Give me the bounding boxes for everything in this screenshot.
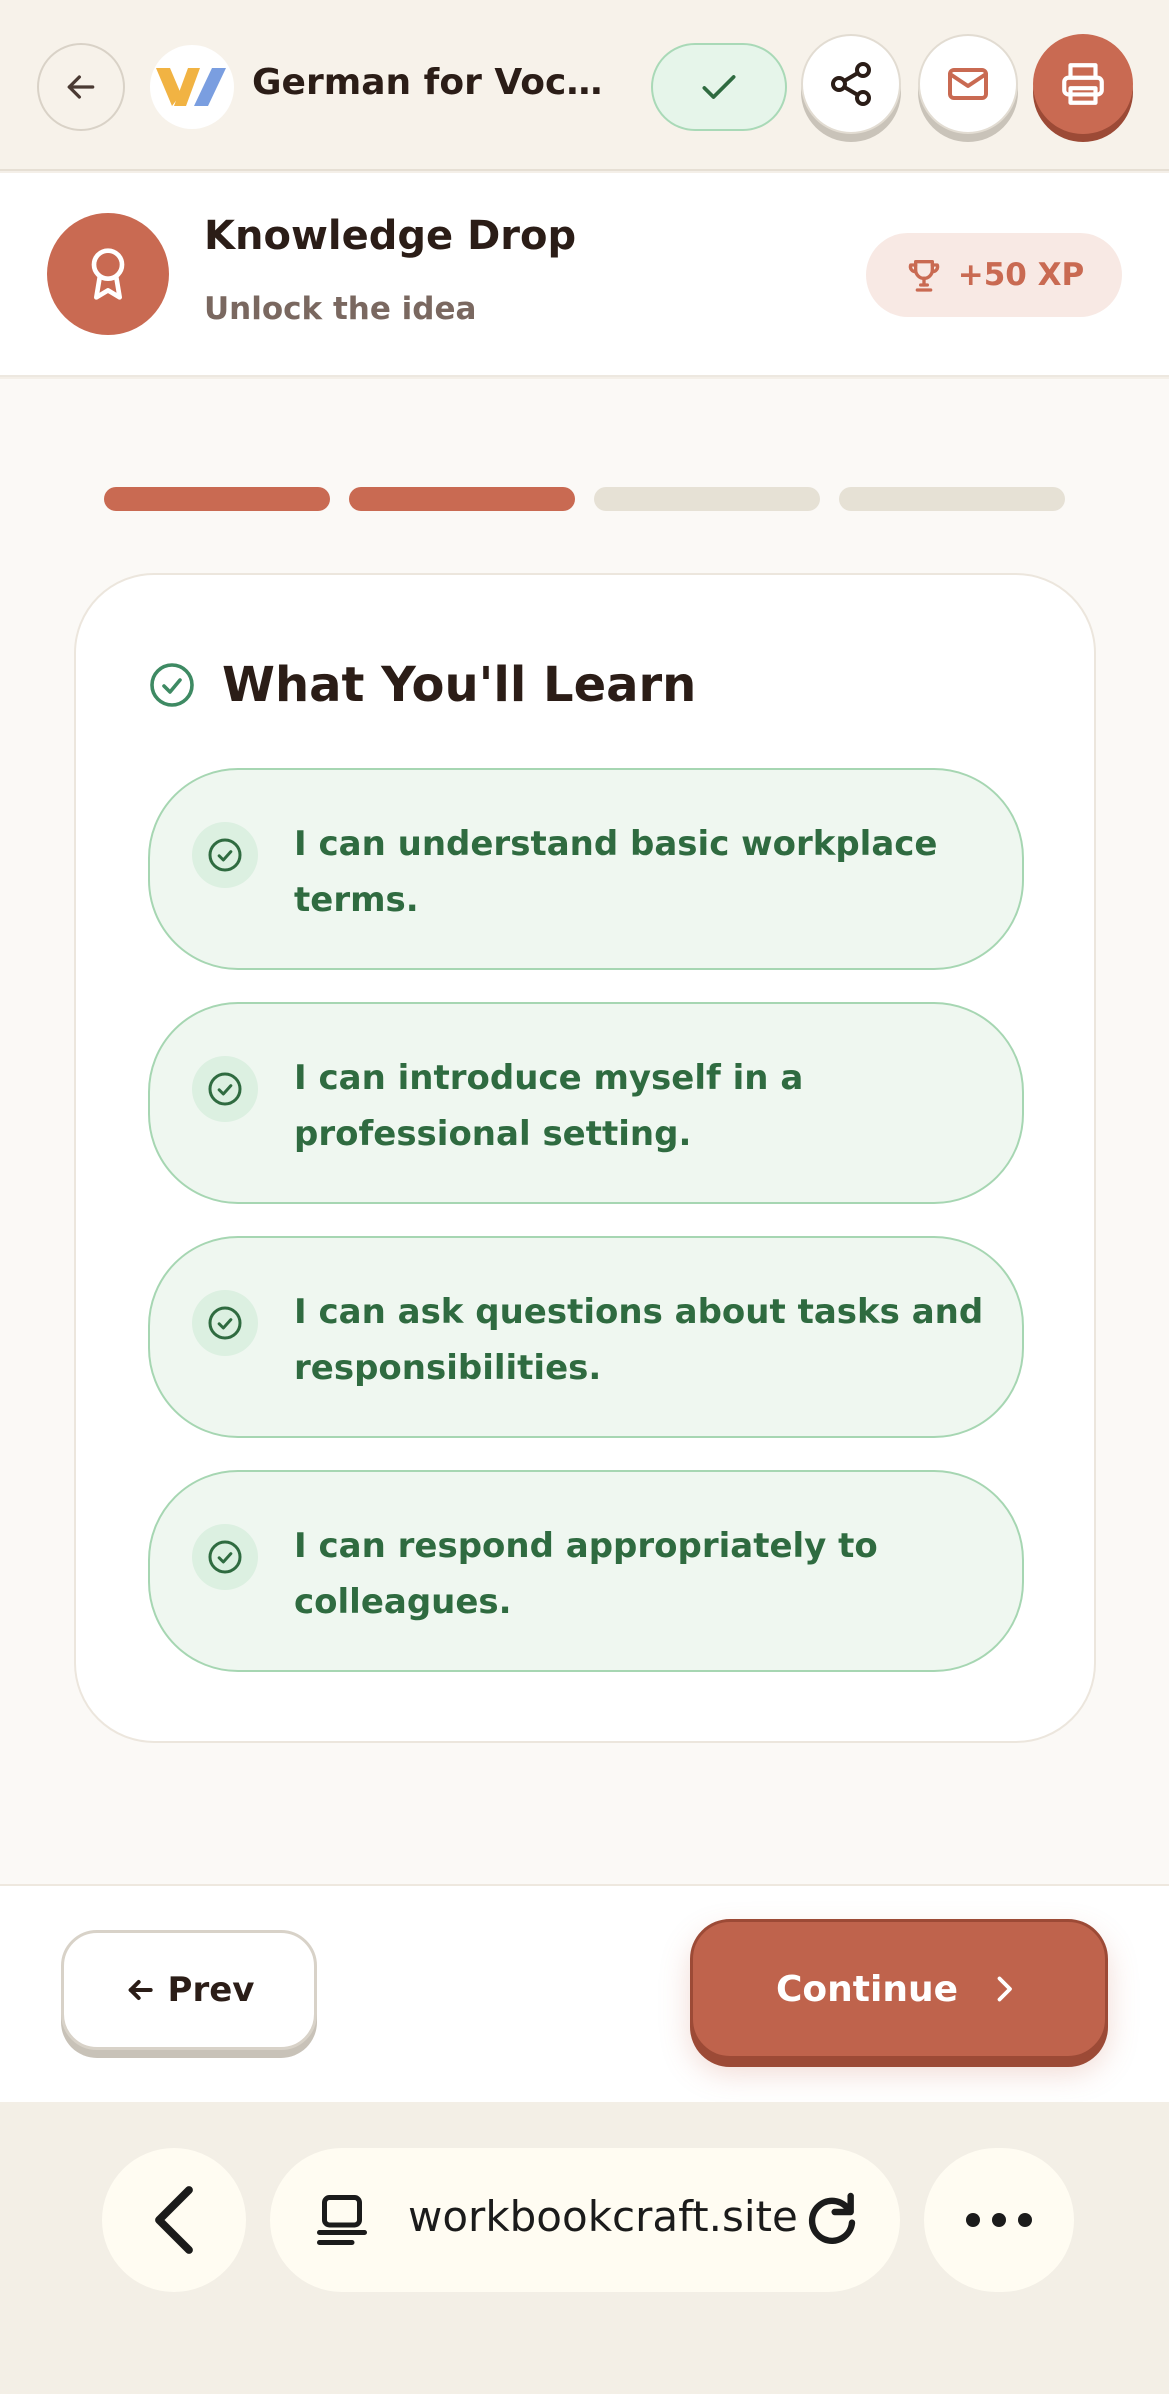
objective-check-icon [192,1290,258,1356]
tab-icon [317,2195,367,2245]
more-dots-icon [966,2213,1032,2227]
objective-text: I can introduce myself in a professional… [294,1058,804,1154]
objective-item: I can understand basic workplace terms. [148,768,1024,970]
card-header: What You'll Learn [148,657,696,713]
top-bar: German for Vocational Purposes [0,0,1169,171]
address-bar[interactable]: workbookcraft.site [270,2148,900,2292]
chevron-left-icon [155,2186,193,2254]
trophy-icon [908,260,940,292]
browser-back-button[interactable] [102,2148,246,2292]
check-icon [702,75,736,99]
arrow-left-icon [128,1980,153,2000]
xp-label: +50 XP [957,257,1085,293]
arrow-left-icon [67,75,95,99]
objective-item: I can respond appropriately to colleague… [148,1470,1024,1672]
back-button[interactable] [37,43,125,131]
section-badge [47,213,169,335]
progress-segment [594,487,820,511]
objective-item: I can ask questions about tasks and resp… [148,1236,1024,1438]
check-circle-icon [150,663,194,707]
mail-icon [948,68,988,100]
xp-badge: +50 XP [866,233,1122,317]
reload-icon[interactable] [800,2188,864,2252]
card-title: What You'll Learn [222,657,697,713]
browser-more-button[interactable] [924,2148,1074,2292]
objective-check-icon [192,1056,258,1122]
continue-label: Continue [775,1968,958,2010]
app-logo [150,45,234,129]
continue-button[interactable]: Continue [690,1919,1108,2059]
progress-segment [839,487,1065,511]
progress-segment [349,487,575,511]
award-ribbon-icon [91,248,125,300]
prev-button[interactable]: Prev [61,1930,317,2050]
progress-segment [104,487,330,511]
objective-check-icon [192,1524,258,1590]
print-button[interactable] [1033,34,1133,134]
app-title: German for Vocational Purposes [252,62,624,103]
chevron-right-icon [997,1976,1012,2002]
section-subtitle: Unlock the idea [204,291,477,327]
bottom-navigation: Prev Continue [0,1884,1169,2102]
step-progress [104,487,1065,511]
url-text: workbookcraft.site [408,2192,798,2241]
section-header: Knowledge Drop Unlock the idea +50 XP [0,173,1169,377]
email-button[interactable] [918,34,1018,134]
share-button[interactable] [801,34,901,134]
printer-icon [1062,63,1104,105]
share-icon [831,62,871,106]
objective-text: I can ask questions about tasks and resp… [294,1292,984,1388]
browser-toolbar: workbookcraft.site [0,2102,1169,2394]
section-title: Knowledge Drop [204,213,577,259]
objective-text: I can respond appropriately to colleague… [294,1526,878,1622]
objective-text: I can understand basic workplace terms. [294,824,938,920]
mark-complete-button[interactable] [651,43,787,131]
objective-check-icon [192,822,258,888]
prev-label: Prev [167,1970,255,2010]
main-content: What You'll Learn I can understand basic… [0,379,1169,1884]
learning-objectives-card: What You'll Learn I can understand basic… [74,573,1096,1743]
app: German for Vocational Purposes [0,0,1169,2394]
objective-item: I can introduce myself in a professional… [148,1002,1024,1204]
